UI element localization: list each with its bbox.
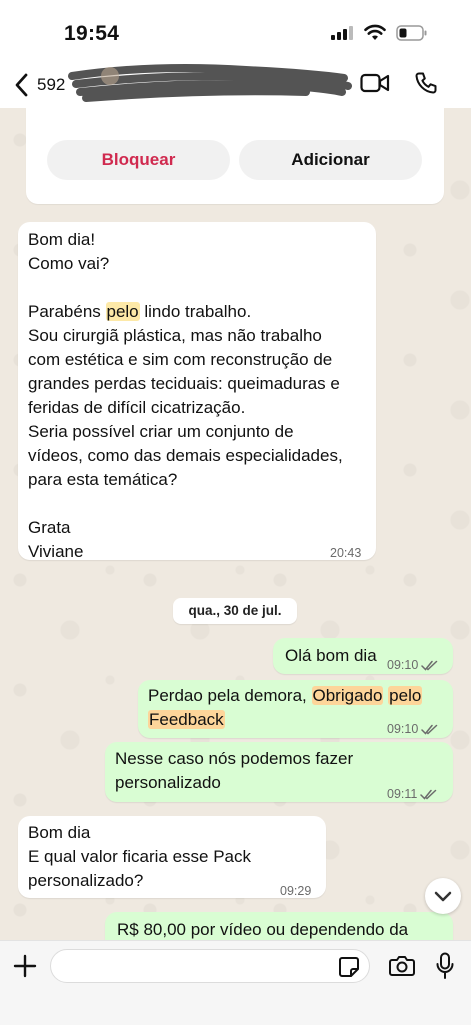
message-text-part: Perdao pela demora, — [148, 686, 312, 705]
status-bar: 19:54 — [0, 0, 471, 62]
message-time-text: 09:10 — [387, 658, 419, 672]
double-check-icon — [420, 789, 437, 800]
double-check-icon — [421, 660, 438, 671]
message-text-part: lindo trabalho. Sou cirurgiã plástica, m… — [28, 302, 343, 561]
message-time: 09:10 — [387, 653, 438, 677]
battery-icon — [396, 25, 427, 41]
add-contact-button[interactable]: Adicionar — [239, 140, 422, 180]
chevron-down-icon — [434, 891, 452, 902]
message-time: 09:10 — [387, 717, 438, 741]
message-bubble[interactable]: Perdao pela demora, Obrigado pelo Feedba… — [138, 680, 453, 738]
highlighted-word: Obrigado — [311, 686, 384, 705]
message-bubble[interactable]: Olá bom dia 09:10 — [273, 638, 453, 674]
message-input[interactable] — [50, 949, 370, 983]
unknown-contact-card: Bloquear Adicionar — [26, 108, 444, 204]
double-check-icon — [421, 724, 438, 735]
message-time: 09:11 — [387, 782, 437, 806]
redaction-scribble — [68, 64, 352, 102]
message-text-part: Bom dia! Como vai? Parabéns — [28, 230, 110, 321]
message-text: R$ 80,00 por vídeo ou dependendo da — [117, 920, 409, 939]
message-text: Olá bom dia — [285, 646, 377, 665]
date-separator: qua., 30 de jul. — [173, 598, 297, 624]
scroll-to-bottom-button[interactable] — [425, 878, 461, 914]
message-bubble[interactable]: Bom dia! Como vai? Parabéns pelo lindo t… — [18, 222, 376, 561]
highlighted-word: pelo — [388, 686, 423, 705]
sticker-icon[interactable] — [338, 956, 360, 978]
camera-icon[interactable] — [389, 954, 415, 976]
message-time: 20:43 — [330, 546, 362, 560]
phone-icon[interactable] — [414, 71, 438, 95]
message-text: Nesse caso nós podemos fazer personaliza… — [115, 749, 354, 792]
message-time-text: 09:11 — [387, 787, 418, 801]
video-camera-icon[interactable] — [360, 72, 390, 94]
chevron-left-icon[interactable] — [12, 72, 32, 98]
message-text: Bom dia E qual valor ficaria esse Pack p… — [28, 823, 251, 890]
block-button[interactable]: Bloquear — [47, 140, 230, 180]
microphone-icon[interactable] — [435, 952, 455, 980]
message-text: Bom dia! Como vai? Parabéns pelo lindo t… — [28, 228, 373, 564]
message-time: 09:29 — [280, 884, 312, 898]
contact-number[interactable]: 592 — [37, 75, 65, 95]
wifi-icon — [364, 24, 386, 40]
highlighted-word: Feedback — [148, 710, 225, 729]
signal-icon — [331, 26, 353, 40]
chat-header: 592 — [0, 62, 471, 108]
message-input-bar — [0, 940, 471, 1025]
message-bubble[interactable]: Bom dia E qual valor ficaria esse Pack p… — [18, 816, 326, 898]
status-time: 19:54 — [64, 22, 120, 45]
plus-icon[interactable] — [12, 953, 38, 979]
message-time-text: 09:10 — [387, 722, 419, 736]
message-bubble[interactable]: Nesse caso nós podemos fazer personaliza… — [105, 742, 453, 802]
highlighted-word: pelo — [105, 302, 140, 321]
